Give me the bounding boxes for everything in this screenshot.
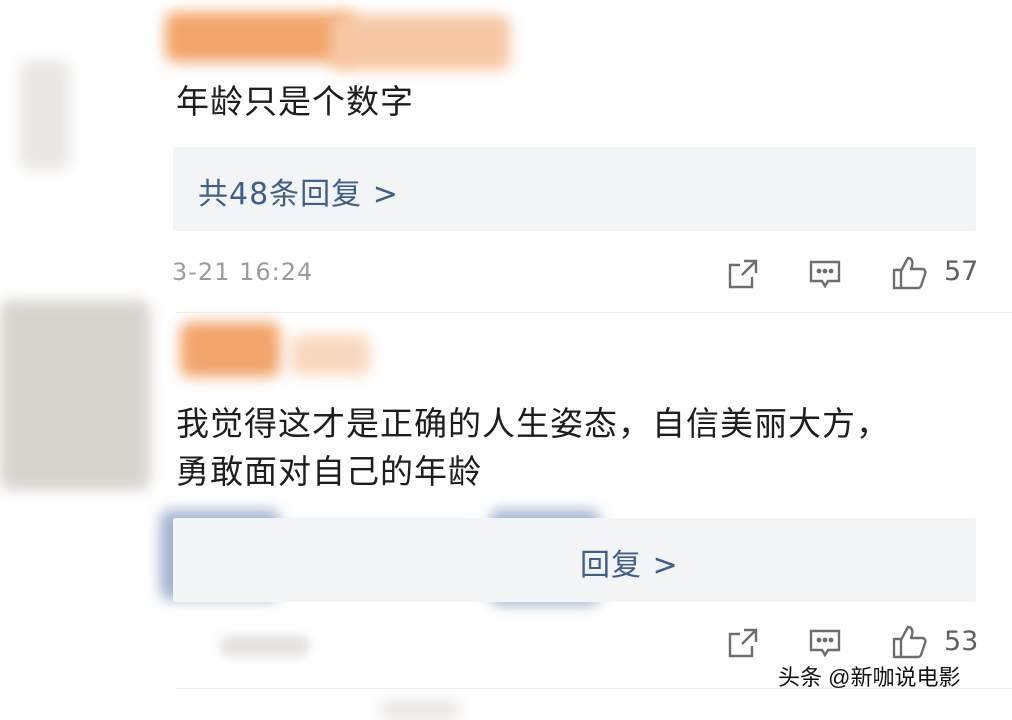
watermark: 头条 @新咖说电影 [778, 665, 961, 690]
redacted-username [290, 335, 370, 375]
redacted-username [330, 15, 510, 70]
reply-preview-box[interactable] [173, 518, 976, 602]
comment-timestamp: 3-21 16:24 [172, 258, 314, 286]
redacted-username [180, 322, 280, 377]
reply-preview-box[interactable]: 共48条回复 > [173, 147, 976, 231]
divider [176, 312, 1012, 313]
redacted-timestamp [220, 635, 310, 657]
share-icon[interactable] [726, 257, 760, 291]
comment-icon[interactable] [808, 257, 842, 291]
like-icon[interactable] [890, 254, 928, 292]
share-icon[interactable] [726, 626, 760, 660]
comment-text-line: 我觉得这才是正确的人生姿态，自信美丽大方， [176, 404, 890, 443]
redacted-username [165, 12, 355, 62]
comment-text: 年龄只是个数字 [176, 82, 414, 121]
reply-link[interactable]: 回复 > [580, 540, 679, 584]
view-replies-link[interactable]: 共48条回复 > [198, 169, 399, 213]
like-icon[interactable] [890, 623, 928, 661]
comment-text-line: 勇敢面对自己的年龄 [176, 452, 482, 491]
redacted-avatar [0, 300, 150, 490]
redacted-avatar [380, 700, 460, 720]
redacted-avatar [20, 60, 70, 170]
like-count: 53 [944, 626, 979, 657]
comment-icon[interactable] [808, 626, 842, 660]
like-count: 57 [944, 256, 979, 287]
